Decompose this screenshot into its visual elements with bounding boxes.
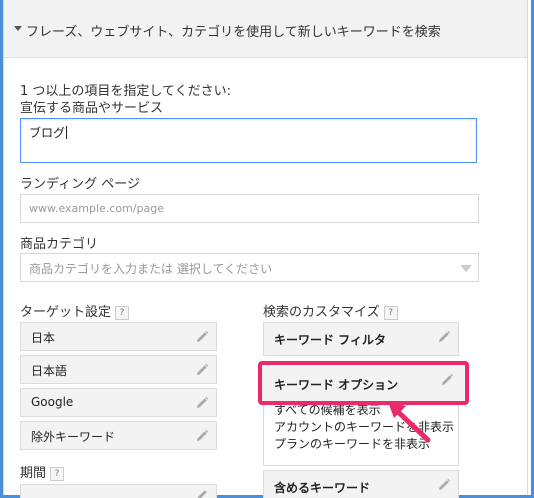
targeting-language-label: 日本語 [31,364,68,378]
pencil-icon[interactable] [436,477,452,493]
product-input-value: ブログ [29,126,66,140]
panel-title: フレーズ、ウェブサイト、カテゴリを使用して新しいキーワードを検索 [26,25,441,40]
targeting-label: ターゲット設定? [20,301,130,320]
pencil-icon[interactable] [194,487,210,498]
targeting-negative-keywords[interactable]: 除外キーワード [20,421,217,450]
keyword-options-label: キーワード オプション [274,378,399,392]
triangle-down-icon[interactable] [14,26,22,31]
period-selector[interactable] [20,484,217,498]
keyword-filter-item[interactable]: キーワード フィルタ [263,322,459,356]
product-label: 宣伝する商品やサービス [20,101,164,116]
targeting-network[interactable]: Google [20,388,217,417]
period-label-text: 期間 [20,466,47,481]
landing-page-placeholder: www.example.com/page [29,202,164,215]
targeting-negative-keywords-label: 除外キーワード [31,430,116,444]
include-keywords-label: 含めるキーワード [274,481,371,495]
chevron-down-icon[interactable] [460,265,472,272]
category-placeholder: 商品カテゴリを入力または 選択してください [29,262,273,276]
product-input[interactable]: ブログ [20,118,477,163]
category-label: 商品カテゴリ [20,237,99,252]
targeting-language[interactable]: 日本語 [20,355,217,384]
include-keywords-item[interactable]: 含めるキーワード [263,470,459,498]
pencil-icon[interactable] [194,428,210,444]
category-select[interactable]: 商品カテゴリを入力または 選択してください [20,253,479,282]
targeting-location[interactable]: 日本 [20,322,217,351]
annotation-arrow-icon [388,402,431,443]
customize-label: 検索のカスタマイズ? [263,301,398,320]
targeting-help-icon[interactable]: ? [115,306,130,320]
keyword-filter-label: キーワード フィルタ [274,333,386,347]
pencil-icon[interactable] [436,329,452,345]
panel-header[interactable]: フレーズ、ウェブサイト、カテゴリを使用して新しいキーワードを検索 [4,0,527,58]
landing-page-label: ランディング ページ [20,177,140,192]
text-caret [66,126,68,139]
targeting-label-text: ターゲット設定 [20,305,112,320]
targeting-location-label: 日本 [31,331,56,345]
customize-help-icon[interactable]: ? [383,306,398,320]
targeting-network-label: Google [31,395,74,409]
pencil-icon[interactable] [194,362,210,378]
period-label: 期間? [20,462,65,481]
customize-label-text: 検索のカスタマイズ [263,305,380,320]
pencil-icon[interactable] [194,395,210,411]
landing-page-input[interactable]: www.example.com/page [20,194,479,223]
pencil-icon[interactable] [194,329,210,345]
pencil-icon[interactable] [439,372,455,388]
period-help-icon[interactable]: ? [50,467,65,481]
